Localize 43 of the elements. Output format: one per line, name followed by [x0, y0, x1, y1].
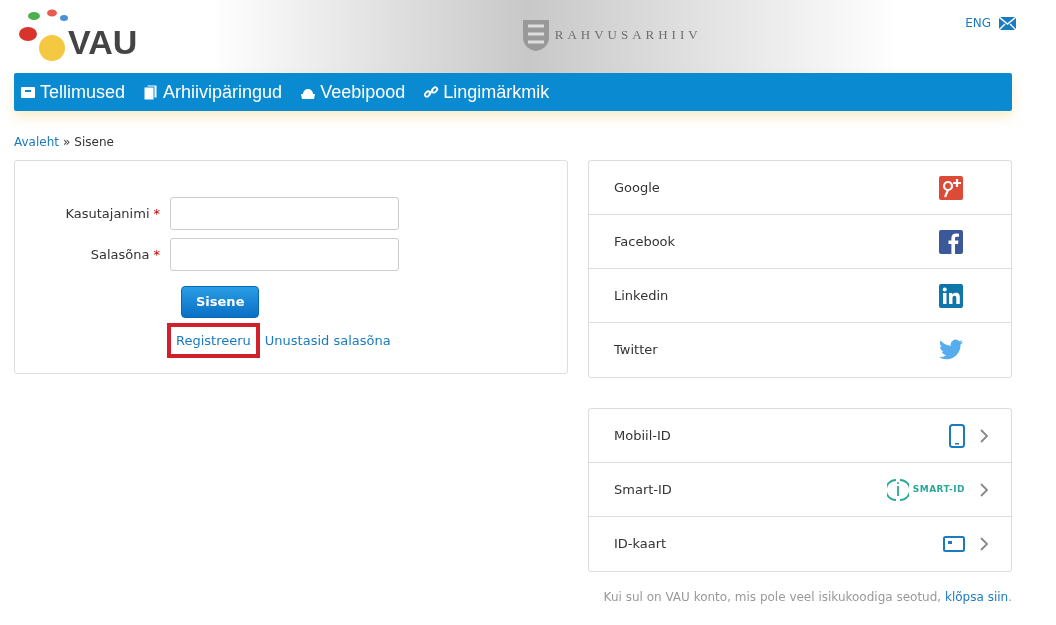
chevron-right-icon [979, 482, 989, 497]
login-option[interactable]: Smart-ID SMART-ID [589, 463, 1011, 517]
login-option[interactable]: Google [589, 161, 1011, 215]
login-option[interactable]: Facebook [589, 215, 1011, 269]
link-icon [423, 84, 440, 100]
smart-id-logo-text: SMART-ID [912, 482, 965, 496]
login-option[interactable]: ID-kaart [589, 517, 1011, 571]
archive-name: RAHVUSARHIIV [554, 26, 702, 45]
smart-id-logo-icon [886, 477, 909, 502]
bird-icon [939, 339, 963, 361]
breadcrumb-separator: » [63, 134, 71, 151]
nav-link[interactable]: Tellimused [20, 78, 126, 106]
documents-icon [143, 84, 160, 100]
logo-icon [16, 8, 68, 63]
login-option[interactable]: Linkedin [589, 269, 1011, 323]
login-button[interactable]: Sisene [181, 286, 260, 318]
envelope-icon[interactable] [999, 16, 1016, 30]
breadcrumb-current: Sisene [74, 134, 114, 151]
account-link-note: Kui sul on VAU konto, mis pole veel isikukoodiga seotud, klõpsa siin. [602, 589, 1012, 606]
language-link[interactable]: ENG [965, 14, 991, 32]
coat-of-arms-icon [520, 18, 551, 52]
field-label: Salasõna * [89, 245, 161, 264]
nav-link[interactable]: Arhiivipäringud [143, 78, 283, 106]
google-plus-icon [939, 175, 963, 200]
link[interactable]: klõpsa siin [945, 590, 1009, 604]
register-link[interactable]: Registreeru [167, 322, 260, 358]
forgot-password-link[interactable]: Unustasid salasõna [259, 323, 396, 357]
facebook-icon [939, 229, 963, 254]
login-option[interactable]: Twitter [589, 323, 1011, 377]
box-icon [20, 84, 36, 100]
nav-link[interactable]: Veebipood [300, 78, 406, 106]
breadcrumb-link[interactable]: Avaleht [14, 133, 59, 151]
field-label: Kasutajanimi * [64, 204, 161, 223]
chevron-right-icon [979, 537, 989, 551]
card-icon [943, 536, 965, 552]
input-field[interactable] [170, 197, 399, 230]
linkedin-icon [939, 283, 963, 308]
input-field[interactable] [170, 238, 399, 271]
nav-link[interactable]: Lingimärkmik [423, 78, 550, 106]
logo-text: VAU [68, 25, 138, 59]
login-option[interactable]: Mobiil-ID [589, 409, 1011, 463]
chevron-right-icon [979, 428, 989, 443]
phone-icon [949, 423, 965, 448]
